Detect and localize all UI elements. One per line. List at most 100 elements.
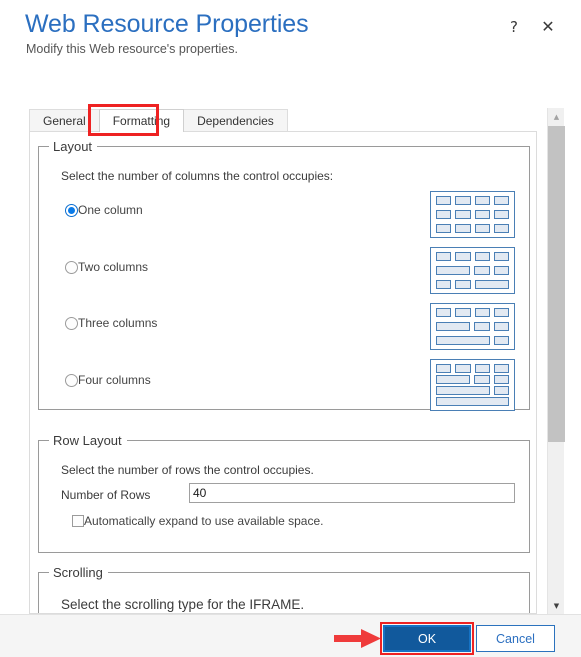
ok-button[interactable]: OK bbox=[383, 625, 471, 652]
thumb-row bbox=[436, 322, 510, 331]
thumb-cell bbox=[436, 397, 509, 406]
thumb-cell bbox=[436, 386, 490, 395]
thumb-cell bbox=[455, 252, 471, 261]
radio-row-four-columns[interactable]: Four columns bbox=[65, 373, 151, 387]
thumb-cell bbox=[493, 364, 509, 373]
thumb-cell bbox=[493, 224, 509, 233]
header-icon-group: ? ✕ bbox=[505, 18, 557, 36]
thumb-cell bbox=[436, 266, 471, 275]
thumb-cell bbox=[474, 196, 490, 205]
radio-label-two-columns: Two columns bbox=[78, 260, 149, 274]
thumb-row bbox=[436, 336, 509, 345]
thumb-cell bbox=[474, 308, 490, 317]
dialog-header: Web Resource Properties Modify this Web … bbox=[0, 0, 581, 62]
thumb-cell bbox=[493, 308, 509, 317]
thumb-cell bbox=[436, 224, 452, 233]
formatting-panel: Layout Select the number of columns the … bbox=[29, 131, 537, 614]
radio-row-two-columns[interactable]: Two columns bbox=[65, 260, 148, 274]
thumb-cell bbox=[436, 252, 452, 261]
thumb-cell bbox=[455, 364, 471, 373]
thumb-cell bbox=[493, 196, 509, 205]
thumb-cell bbox=[493, 386, 509, 395]
layout-group-legend: Layout bbox=[49, 139, 98, 154]
question-mark-icon[interactable]: ? bbox=[505, 18, 523, 36]
layout-group-description: Select the number of columns the control… bbox=[61, 169, 334, 183]
layout-thumbnail-three-columns[interactable] bbox=[430, 303, 515, 350]
row-layout-group-description: Select the number of rows the control oc… bbox=[61, 463, 314, 477]
scroll-down-arrow-icon[interactable]: ▼ bbox=[548, 597, 565, 614]
auto-expand-checkbox[interactable] bbox=[72, 515, 84, 527]
tab-strip: General Formatting Dependencies bbox=[29, 108, 509, 132]
thumb-row bbox=[436, 364, 509, 373]
thumb-cell bbox=[493, 375, 510, 384]
thumb-cell bbox=[474, 252, 490, 261]
scrolling-group: Scrolling Select the scrolling type for … bbox=[38, 565, 530, 613]
thumb-cell bbox=[455, 224, 471, 233]
thumb-cell bbox=[455, 280, 471, 289]
thumb-cell bbox=[455, 308, 471, 317]
radio-row-one-column[interactable]: One column bbox=[65, 203, 143, 217]
thumb-row bbox=[436, 196, 509, 205]
thumb-cell bbox=[493, 252, 509, 261]
thumb-cell bbox=[455, 196, 471, 205]
radio-three-columns[interactable] bbox=[65, 316, 78, 330]
thumb-cell bbox=[436, 322, 471, 331]
layout-group: Layout Select the number of columns the … bbox=[38, 139, 530, 411]
thumb-row bbox=[436, 308, 509, 317]
thumb-cell bbox=[436, 336, 490, 345]
scrolling-group-description: Select the scrolling type for the IFRAME… bbox=[61, 597, 305, 612]
thumb-row bbox=[436, 266, 510, 275]
tab-formatting[interactable]: Formatting bbox=[98, 109, 185, 132]
close-x-icon[interactable]: ✕ bbox=[539, 18, 557, 36]
scroll-up-arrow-icon[interactable]: ▲ bbox=[548, 108, 565, 125]
radio-row-three-columns[interactable]: Three columns bbox=[65, 316, 157, 330]
thumb-cell bbox=[455, 210, 471, 219]
thumb-cell bbox=[474, 375, 490, 384]
thumb-row bbox=[436, 386, 509, 395]
row-layout-group-legend: Row Layout bbox=[49, 433, 127, 448]
tab-general[interactable]: General bbox=[29, 109, 100, 132]
thumb-row bbox=[436, 375, 510, 384]
thumb-cell bbox=[493, 322, 510, 331]
thumb-row bbox=[436, 280, 510, 289]
thumb-cell bbox=[474, 224, 490, 233]
thumb-cell bbox=[493, 266, 510, 275]
number-of-rows-label: Number of Rows bbox=[61, 488, 151, 502]
vertical-scrollbar[interactable]: ▲ ▼ bbox=[547, 108, 565, 614]
red-arrow-icon bbox=[334, 629, 381, 648]
page-title: Web Resource Properties bbox=[25, 10, 309, 38]
thumb-cell bbox=[474, 210, 490, 219]
thumb-cell bbox=[436, 375, 471, 384]
radio-label-one-column: One column bbox=[78, 203, 143, 217]
thumb-row bbox=[436, 397, 509, 406]
web-resource-properties-dialog: Web Resource Properties Modify this Web … bbox=[0, 0, 581, 657]
layout-thumbnail-two-columns[interactable] bbox=[430, 247, 515, 294]
auto-expand-checkbox-row[interactable]: Automatically expand to use available sp… bbox=[72, 514, 323, 528]
auto-expand-label: Automatically expand to use available sp… bbox=[84, 514, 324, 528]
layout-thumbnail-four-columns[interactable] bbox=[430, 359, 515, 411]
radio-two-columns[interactable] bbox=[65, 260, 78, 274]
thumb-cell bbox=[436, 210, 452, 219]
thumb-cell bbox=[436, 280, 452, 289]
radio-one-column[interactable] bbox=[65, 203, 78, 217]
cancel-button[interactable]: Cancel bbox=[476, 625, 555, 652]
thumb-row bbox=[436, 252, 509, 261]
thumb-row bbox=[436, 210, 509, 219]
thumb-cell bbox=[474, 280, 510, 289]
thumb-cell bbox=[474, 266, 490, 275]
tab-dependencies[interactable]: Dependencies bbox=[183, 109, 288, 132]
number-of-rows-input[interactable] bbox=[189, 483, 515, 503]
thumb-cell bbox=[436, 196, 452, 205]
thumb-row bbox=[436, 224, 509, 233]
thumb-cell bbox=[493, 336, 509, 345]
row-layout-group: Row Layout Select the number of rows the… bbox=[38, 433, 530, 553]
radio-four-columns[interactable] bbox=[65, 373, 78, 387]
page-subtitle: Modify this Web resource's properties. bbox=[26, 42, 238, 56]
scrollbar-thumb[interactable] bbox=[548, 126, 565, 442]
thumb-cell bbox=[436, 364, 452, 373]
thumb-cell bbox=[436, 308, 452, 317]
radio-label-three-columns: Three columns bbox=[78, 316, 158, 330]
layout-thumbnail-one-column[interactable] bbox=[430, 191, 515, 238]
thumb-cell bbox=[474, 322, 490, 331]
thumb-cell bbox=[493, 210, 509, 219]
